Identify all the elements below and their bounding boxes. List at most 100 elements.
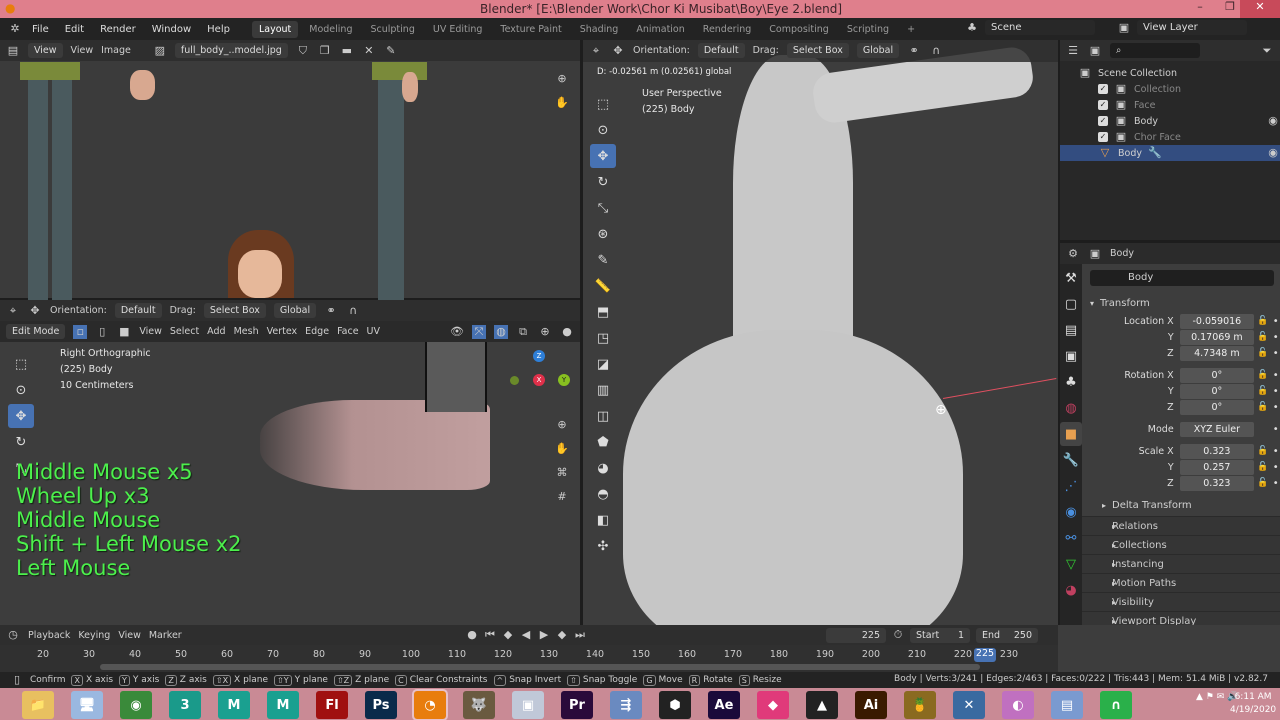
gizmo-toggle-icon[interactable]: ⤧ — [472, 324, 486, 339]
inset-tool[interactable]: ◳ — [590, 326, 616, 350]
gizmo-neg-y[interactable] — [510, 376, 519, 385]
taskbar-app-icon[interactable]: ▤ — [1051, 691, 1083, 719]
tab-scripting[interactable]: Scripting — [840, 21, 896, 38]
panel-motion-paths[interactable]: Motion Paths — [1082, 573, 1280, 592]
play-reverse-icon[interactable]: ◀ — [519, 628, 533, 642]
image-browse-icon[interactable]: ▨ — [153, 44, 167, 58]
menu-vertex[interactable]: Vertex — [267, 326, 298, 337]
keyframe-dot-icon[interactable]: • — [1271, 386, 1280, 397]
pin-icon[interactable]: ✎ — [384, 44, 398, 58]
tab-layout[interactable]: Layout — [251, 20, 299, 38]
vertex-select-icon[interactable]: ▫ — [73, 324, 88, 339]
fake-user-icon[interactable]: ⛉ — [296, 44, 310, 58]
lock-icon[interactable]: 🔓 — [1254, 462, 1271, 472]
menu-view[interactable]: View — [139, 326, 162, 337]
lock-icon[interactable]: 🔓 — [1254, 478, 1271, 488]
menu-file[interactable]: File — [26, 21, 55, 38]
next-key-icon[interactable]: ◆ — [555, 628, 569, 642]
tab-sculpting[interactable]: Sculpting — [363, 21, 421, 38]
xray-icon[interactable]: ⧉ — [516, 325, 530, 339]
gizmo-y-axis[interactable]: Y — [558, 374, 570, 386]
editor-type-icon[interactable]: ▤ — [6, 44, 20, 58]
property-value-field[interactable]: 0° — [1179, 383, 1255, 399]
snap-icon[interactable]: ⚭ — [907, 44, 921, 58]
taskbar-app-icon[interactable]: 3 — [169, 691, 201, 719]
taskbar-app-icon[interactable]: 🍍 — [904, 691, 936, 719]
editor-type-icon[interactable]: ⚙ — [1066, 247, 1080, 261]
outliner-search-input[interactable]: ⌕ — [1110, 43, 1200, 58]
keyframe-dot-icon[interactable]: • — [1271, 348, 1280, 359]
gizmo-z-axis[interactable]: Z — [533, 350, 545, 362]
menu-add[interactable]: Add — [207, 326, 225, 337]
keyframe-dot-icon[interactable]: • — [1271, 402, 1280, 413]
checkbox[interactable]: ✓ — [1098, 132, 1108, 142]
menu-marker[interactable]: Marker — [149, 630, 182, 641]
bevel-tool[interactable]: ◪ — [590, 352, 616, 376]
object-name-field[interactable]: Body — [1090, 270, 1274, 286]
smooth-tool[interactable]: ◓ — [590, 482, 616, 506]
keyframe-dot-icon[interactable]: • — [1271, 424, 1280, 435]
transform-orientation-dropdown[interactable]: Global — [273, 303, 317, 318]
annotate-tool[interactable]: ✎ — [590, 248, 616, 272]
keyframe-dot-icon[interactable]: • — [1271, 370, 1280, 381]
menu-playback[interactable]: Playback — [28, 630, 70, 641]
menu-image[interactable]: Image — [101, 45, 131, 56]
outliner-item[interactable]: ▣ Scene Collection — [1060, 65, 1280, 81]
menu-view[interactable]: View — [71, 45, 94, 56]
panel-collections[interactable]: Collections — [1082, 535, 1280, 554]
taskbar-app-icon[interactable]: 📁 — [22, 691, 54, 719]
outliner-item[interactable]: ✓ ▣ Collection — [1060, 81, 1280, 97]
add-workspace-button[interactable]: + — [900, 21, 922, 38]
editor-type-icon[interactable]: ◷ — [6, 628, 20, 642]
tab-shading[interactable]: Shading — [573, 21, 626, 38]
menu-keying[interactable]: Keying — [78, 630, 110, 641]
property-value-field[interactable]: 0° — [1179, 399, 1255, 415]
tab-animation[interactable]: Animation — [629, 21, 691, 38]
shrink-fatten-tool[interactable]: ✣ — [590, 534, 616, 558]
move-tool[interactable]: ✥ — [590, 144, 616, 168]
open-folder-icon[interactable]: ▬ — [340, 44, 354, 58]
panel-visibility[interactable]: Visibility — [1082, 592, 1280, 611]
render-tab[interactable]: ▢ — [1060, 292, 1082, 316]
keyframe-dot-icon[interactable]: • — [1271, 462, 1280, 473]
tab-texture-paint[interactable]: Texture Paint — [493, 21, 568, 38]
delta-transform-panel[interactable]: ▸ Delta Transform — [1082, 495, 1280, 515]
panel-relations[interactable]: Relations — [1082, 516, 1280, 535]
panel-instancing[interactable]: Instancing — [1082, 554, 1280, 573]
tab-rendering[interactable]: Rendering — [696, 21, 759, 38]
particles-tab[interactable]: ⋰ — [1060, 474, 1082, 498]
pan-hand-icon[interactable]: ✋ — [555, 442, 569, 456]
move-gizmo-icon[interactable]: ✥ — [611, 44, 625, 58]
view-layer-selector[interactable]: View Layer — [1137, 20, 1247, 35]
lock-icon[interactable]: 🔓 — [1254, 370, 1271, 380]
drag-dropdown[interactable]: Select Box — [203, 303, 266, 318]
orientation-dropdown[interactable]: Default — [114, 303, 162, 318]
timeline-ruler[interactable]: 230 220 210 200 190 180 170 160 150 140 130 120 110 1… — [0, 645, 1058, 672]
constraints-tab[interactable]: ⚯ — [1060, 526, 1082, 550]
zoom-icon[interactable]: ⊕ — [555, 72, 569, 86]
navigation-gizmo[interactable]: Z X Y — [510, 350, 570, 410]
zoom-icon[interactable]: ⊕ — [555, 418, 569, 432]
drag-dropdown[interactable]: Select Box — [786, 43, 849, 58]
shading-solid-icon[interactable]: ● — [560, 325, 574, 339]
property-value-field[interactable]: 0.17069 m — [1179, 329, 1255, 345]
keyframe-dot-icon[interactable]: • — [1271, 316, 1280, 327]
taskbar-app-icon[interactable]: Ai — [855, 691, 887, 719]
transform-panel-header[interactable]: ▾ Transform — [1082, 293, 1280, 313]
proportional-edit-icon[interactable]: ∩ — [929, 44, 943, 58]
viewport-left[interactable]: ⌖ ✥ Orientation: Default Drag: Select Bo… — [0, 300, 580, 625]
loop-cut-tool[interactable]: ▥ — [590, 378, 616, 402]
edge-select-icon[interactable]: ▯ — [95, 325, 109, 339]
taskbar-app-icon[interactable]: M — [267, 691, 299, 719]
duplicate-icon[interactable]: ❐ — [318, 44, 332, 58]
tab-compositing[interactable]: Compositing — [762, 21, 836, 38]
menu-face[interactable]: Face — [337, 326, 358, 337]
transform-orientation-dropdown[interactable]: Global — [856, 43, 900, 58]
cursor-tool[interactable]: ⊙ — [590, 118, 616, 142]
proportional-edit-icon[interactable]: ∩ — [346, 304, 360, 318]
clock[interactable]: 6:11 AM 4/19/2020 — [1230, 691, 1276, 717]
taskbar-app-icon[interactable]: ∩ — [1100, 691, 1132, 719]
menu-window[interactable]: Window — [146, 21, 197, 38]
taskbar-app-icon[interactable]: ▣ — [512, 691, 544, 719]
measure-tool[interactable]: 📏 — [590, 274, 616, 298]
